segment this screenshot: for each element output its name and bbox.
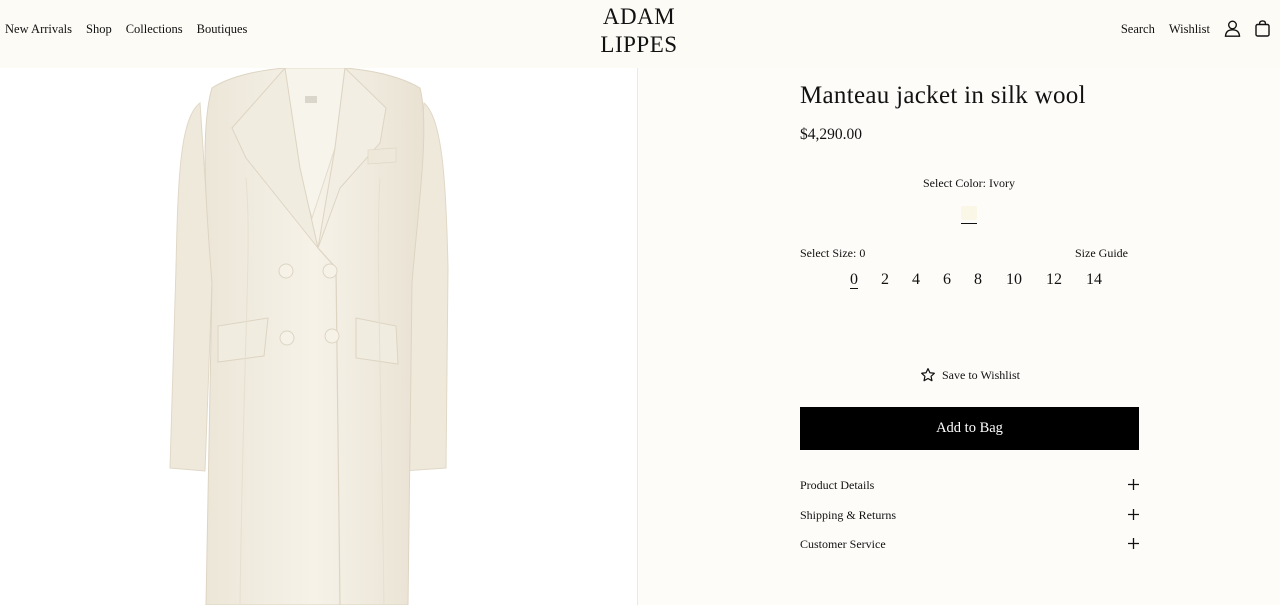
logo-line-1: ADAM bbox=[602, 4, 676, 29]
accordion-label: Shipping & Returns bbox=[800, 507, 897, 522]
size-option-2[interactable]: 2 bbox=[866, 271, 904, 289]
nav-boutiques[interactable]: Boutiques bbox=[197, 22, 248, 37]
nav-shop[interactable]: Shop bbox=[86, 22, 112, 37]
accordion-label: Customer Service bbox=[800, 537, 886, 551]
color-label: Select Color: Ivory bbox=[923, 176, 1015, 190]
size-option-8[interactable]: 8 bbox=[966, 271, 990, 289]
swatch-selected-underline bbox=[961, 223, 977, 224]
plus-icon bbox=[1128, 538, 1139, 549]
product-accordion: Product Details Shipping & Returns Custo… bbox=[800, 474, 1140, 563]
save-to-wishlist-label: Save to Wishlist bbox=[942, 367, 1020, 382]
add-to-bag-button[interactable]: Add to Bag bbox=[800, 407, 1139, 450]
bag-icon[interactable] bbox=[1255, 20, 1270, 37]
brand-logo[interactable]: ADAM LIPPES bbox=[600, 3, 678, 59]
size-option-6[interactable]: 6 bbox=[928, 271, 966, 289]
product-title: Manteau jacket in silk wool bbox=[800, 82, 1086, 109]
save-to-wishlist-button[interactable]: Save to Wishlist bbox=[920, 367, 1020, 383]
size-label: Select Size: 0 bbox=[800, 246, 866, 260]
color-swatch-ivory[interactable] bbox=[960, 206, 978, 224]
plus-icon bbox=[1128, 508, 1139, 520]
size-option-10[interactable]: 10 bbox=[990, 271, 1038, 289]
nav-new-arrivals[interactable]: New Arrivals bbox=[5, 22, 72, 37]
accordion-label: Product Details bbox=[800, 478, 875, 492]
coat-image bbox=[169, 68, 449, 605]
size-selector: 0 2 4 6 8 10 12 14 bbox=[842, 271, 1118, 289]
swatch-color bbox=[961, 206, 977, 220]
accordion-shipping-returns[interactable]: Shipping & Returns bbox=[800, 504, 1140, 534]
size-option-12[interactable]: 12 bbox=[1038, 271, 1070, 289]
site-header: New Arrivals Shop Collections Boutiques … bbox=[0, 0, 1280, 68]
size-guide-link[interactable]: Size Guide bbox=[1075, 246, 1128, 261]
accordion-customer-service[interactable]: Customer Service bbox=[800, 533, 1140, 563]
product-image[interactable] bbox=[0, 68, 637, 605]
accordion-product-details[interactable]: Product Details bbox=[800, 474, 1140, 504]
logo-line-2: LIPPES bbox=[600, 32, 678, 57]
size-option-14[interactable]: 14 bbox=[1070, 271, 1118, 289]
wishlist-link[interactable]: Wishlist bbox=[1169, 22, 1210, 37]
size-option-0[interactable]: 0 bbox=[842, 271, 866, 289]
utility-nav: Search Wishlist bbox=[1121, 20, 1270, 37]
search-link[interactable]: Search bbox=[1121, 22, 1155, 37]
star-icon bbox=[920, 367, 936, 383]
size-option-4[interactable]: 4 bbox=[904, 271, 928, 289]
main-nav: New Arrivals Shop Collections Boutiques bbox=[5, 22, 247, 37]
user-icon[interactable] bbox=[1224, 20, 1241, 37]
nav-collections[interactable]: Collections bbox=[126, 22, 183, 37]
plus-icon bbox=[1128, 479, 1139, 490]
product-price: $4,290.00 bbox=[800, 126, 862, 143]
panel-divider bbox=[637, 68, 638, 605]
